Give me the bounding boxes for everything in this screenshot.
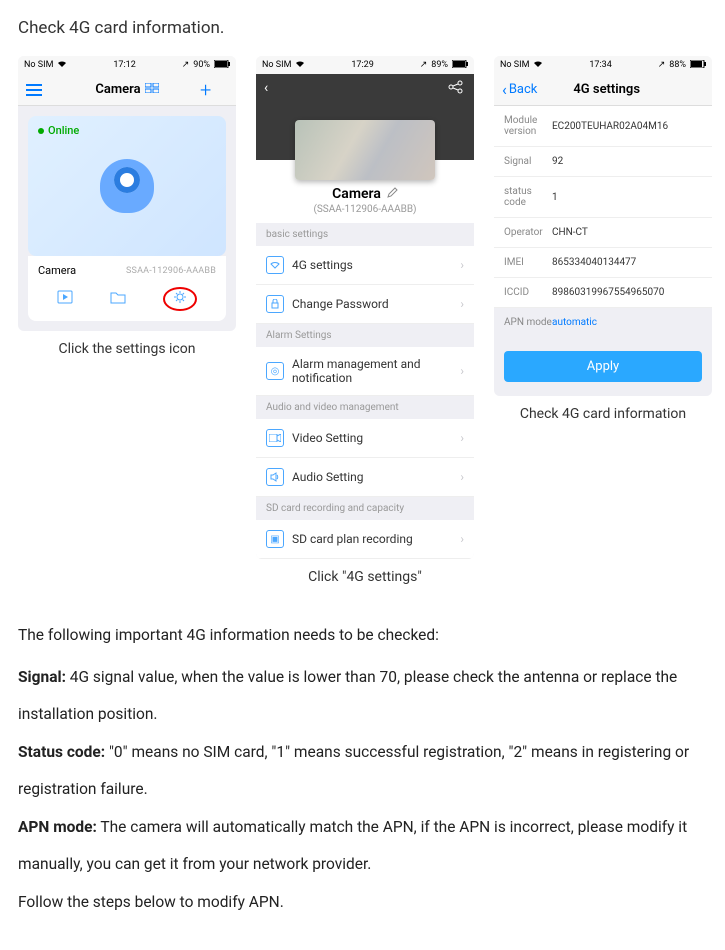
kv-apn-mode[interactable]: APN modeautomatic <box>494 308 712 337</box>
video-icon <box>266 429 284 447</box>
row-4g-settings[interactable]: 4G settings › <box>256 246 474 285</box>
battery-icon <box>690 60 706 71</box>
camera-preview <box>295 120 435 180</box>
folder-icon[interactable] <box>110 290 126 308</box>
lead-paragraph: The following important 4G information n… <box>18 617 707 653</box>
online-badge: Online <box>38 124 79 137</box>
wifi-icon <box>266 256 284 274</box>
follow-paragraph: Follow the steps below to modify APN. <box>18 884 707 920</box>
status-bar: No SIM 17:29 ↗ 89% <box>256 56 474 74</box>
status-bar: No SIM 17:12 ↗ 90% <box>18 56 236 74</box>
kv-status-code: status code1 <box>494 177 712 218</box>
apply-button[interactable]: Apply <box>504 351 702 382</box>
phone-3: No SIM 17:34 ↗ 88% ‹ Back 4G settings <box>494 56 712 396</box>
nav-title: 4G settings <box>573 82 640 97</box>
chevron-right-icon: › <box>460 431 464 445</box>
camera-illustration <box>100 159 154 213</box>
phone-2: No SIM 17:29 ↗ 89% ‹ <box>256 56 474 559</box>
edit-icon[interactable] <box>387 186 398 202</box>
rec-icon: ▣ <box>266 530 284 548</box>
list-icon[interactable] <box>26 84 54 96</box>
status-bar: No SIM 17:34 ↗ 88% <box>494 56 712 74</box>
page-title: Check 4G card information. <box>18 18 707 38</box>
chevron-right-icon: › <box>460 532 464 546</box>
chevron-right-icon: › <box>460 364 464 378</box>
location-icon: ↗ <box>420 60 428 70</box>
caption-2: Click "4G settings" <box>308 569 422 585</box>
camera-name: Camera <box>332 186 381 202</box>
clock: 17:12 <box>113 60 135 70</box>
section-av: Audio and video management <box>256 396 474 419</box>
body-text: The following important 4G information n… <box>18 617 707 920</box>
back-label: Back <box>509 82 538 97</box>
chevron-right-icon: › <box>460 258 464 272</box>
kv-signal: Signal92 <box>494 147 712 177</box>
back-button[interactable]: ‹ Back <box>502 80 537 99</box>
signal-paragraph: Signal: 4G signal value, when the value … <box>18 659 707 732</box>
caption-3: Check 4G card information <box>520 406 686 422</box>
chevron-right-icon: › <box>460 470 464 484</box>
kv-operator: OperatorCHN-CT <box>494 218 712 248</box>
phone-1: No SIM 17:12 ↗ 90% <box>18 56 236 331</box>
camera-serial: (SSAA-112906-AAABB) <box>256 204 474 215</box>
carrier-label: No SIM <box>262 60 291 70</box>
back-icon[interactable]: ‹ <box>264 80 268 96</box>
screenshots-row: No SIM 17:12 ↗ 90% <box>18 56 707 585</box>
row-alarm-management[interactable]: ◎ Alarm management and notification › <box>256 347 474 396</box>
caption-1: Click the settings icon <box>59 341 196 357</box>
camera-serial: SSAA-112906-AAABB <box>126 266 216 276</box>
playback-icon[interactable] <box>57 290 73 308</box>
section-sd: SD card recording and capacity <box>256 497 474 520</box>
battery-label: 88% <box>669 60 686 70</box>
camera-name: Camera <box>38 264 76 277</box>
carrier-label: No SIM <box>500 60 529 70</box>
nav-bar: ‹ Back 4G settings <box>494 74 712 106</box>
gear-icon[interactable] <box>173 290 187 308</box>
battery-label: 90% <box>193 60 210 70</box>
row-label: Alarm management and notification <box>292 357 452 385</box>
lock-icon <box>266 295 284 313</box>
row-audio-setting[interactable]: Audio Setting › <box>256 458 474 497</box>
row-change-password[interactable]: Change Password › <box>256 285 474 324</box>
battery-icon <box>452 60 468 71</box>
chevron-right-icon: › <box>460 297 464 311</box>
battery-label: 89% <box>431 60 448 70</box>
chevron-left-icon: ‹ <box>502 80 507 99</box>
nav-bar: Camera + <box>18 74 236 106</box>
row-sd-recording[interactable]: ▣ SD card plan recording › <box>256 520 474 559</box>
settings-highlight <box>163 287 197 311</box>
clock: 17:34 <box>589 60 611 70</box>
location-icon: ↗ <box>182 60 190 70</box>
row-label: 4G settings <box>292 258 452 272</box>
share-icon[interactable] <box>448 80 464 98</box>
audio-icon <box>266 468 284 486</box>
camera-header: ‹ <box>256 74 474 160</box>
wifi-icon <box>57 60 67 71</box>
row-video-setting[interactable]: Video Setting › <box>256 419 474 458</box>
apn-paragraph: APN mode: The camera will automatically … <box>18 809 707 882</box>
status-paragraph: Status code: "0" means no SIM card, "1" … <box>18 734 707 807</box>
grid-icon[interactable] <box>145 82 159 97</box>
clock: 17:29 <box>351 60 373 70</box>
wifi-icon <box>533 60 543 71</box>
carrier-label: No SIM <box>24 60 53 70</box>
camera-card[interactable]: Online <box>28 116 226 256</box>
battery-icon <box>214 60 230 71</box>
add-button[interactable]: + <box>200 78 228 102</box>
row-label: Audio Setting <box>292 470 452 484</box>
row-label: SD card plan recording <box>292 532 452 546</box>
wifi-icon <box>295 60 305 71</box>
kv-module-version: Module versionEC200TEUHAR02A04M16 <box>494 106 712 147</box>
row-label: Change Password <box>292 297 452 311</box>
section-basic: basic settings <box>256 223 474 246</box>
bell-icon: ◎ <box>266 362 284 380</box>
kv-iccid: ICCID89860319967554965070 <box>494 278 712 308</box>
section-alarm: Alarm Settings <box>256 324 474 347</box>
row-label: Video Setting <box>292 431 452 445</box>
nav-title: Camera <box>95 82 140 97</box>
location-icon: ↗ <box>658 60 666 70</box>
kv-imei: IMEI865334040134477 <box>494 248 712 278</box>
